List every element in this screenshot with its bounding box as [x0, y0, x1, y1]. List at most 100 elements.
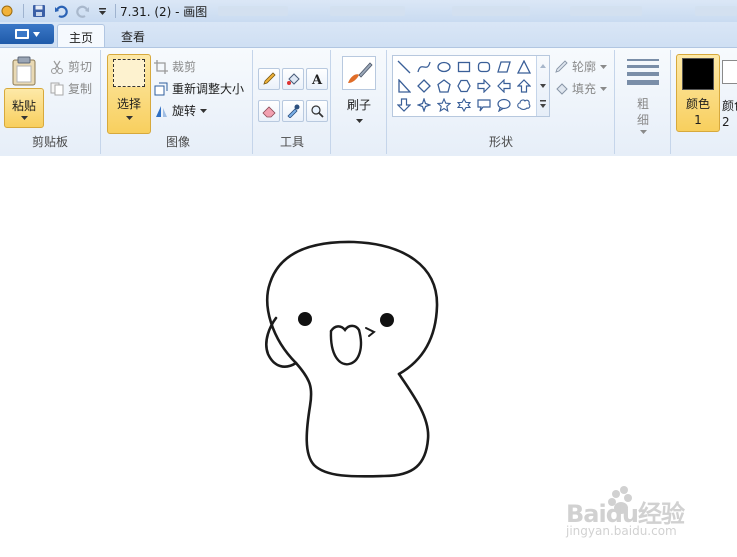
line-width-icon: [627, 58, 659, 86]
shape-cloud-callout-icon[interactable]: [515, 96, 533, 114]
shape-oval-icon[interactable]: [435, 58, 453, 76]
size-group: 粗细: [616, 50, 671, 154]
tools-group-label: 工具: [279, 135, 304, 149]
redo-icon[interactable]: [75, 3, 91, 19]
rotate-icon: [156, 105, 167, 117]
save-icon[interactable]: [31, 3, 47, 19]
separator-icon-2: [112, 3, 118, 19]
title-bar: 7.31. (2) - 画图: [0, 0, 737, 23]
paint-menu-button[interactable]: [0, 24, 54, 44]
shape-triangle-icon[interactable]: [515, 58, 533, 76]
copy-button[interactable]: 复制: [50, 80, 92, 97]
chevron-down-icon: [639, 130, 647, 134]
shape-five-point-star-icon[interactable]: [435, 96, 453, 114]
text-tool-icon[interactable]: A: [306, 68, 328, 90]
color1-button[interactable]: 颜色 1: [676, 54, 720, 132]
tools-group: A 工具: [254, 50, 331, 154]
shape-rectangle-icon[interactable]: [455, 58, 473, 76]
color1-swatch: [682, 58, 714, 90]
blurred-background-tab: [570, 6, 642, 16]
color2-label: 颜色 2: [722, 99, 737, 129]
blurred-background-tab: [695, 6, 737, 16]
image-group-label: 图像: [165, 135, 190, 149]
cut-button[interactable]: 剪切: [50, 58, 92, 75]
blurred-background-tab: [330, 6, 405, 16]
select-rectangle-icon: [113, 59, 145, 87]
shape-rounded-rectangle-icon[interactable]: [475, 58, 493, 76]
select-button[interactable]: 选择: [107, 54, 151, 134]
size-label: 粗细: [636, 97, 649, 127]
resize-button[interactable]: 重新调整大小: [154, 80, 244, 97]
scroll-down-icon: [540, 84, 546, 88]
outline-pen-icon: [555, 59, 568, 73]
chevron-down-icon: [355, 119, 363, 123]
separator-icon: [20, 3, 26, 19]
outline-label: 轮廓: [572, 60, 597, 74]
customize-quick-access-icon[interactable]: [96, 3, 108, 19]
paintbrush-icon: [342, 56, 376, 90]
brushes-button[interactable]: 刷子: [340, 56, 378, 123]
color-picker-icon[interactable]: [282, 100, 304, 122]
outline-button[interactable]: 轮廓: [554, 58, 608, 75]
pencil-icon[interactable]: [258, 68, 280, 90]
shape-diamond-icon[interactable]: [415, 77, 433, 95]
shapes-group-label: 形状: [488, 135, 513, 149]
resize-label: 重新调整大小: [172, 82, 245, 96]
svg-text:A: A: [311, 73, 323, 86]
size-button[interactable]: 粗细: [624, 58, 662, 134]
fill-button[interactable]: 填充: [554, 80, 608, 97]
chevron-down-icon: [125, 116, 133, 120]
drawing-canvas[interactable]: Baidu经验 jingyan.baidu.com: [0, 156, 737, 554]
shape-line-icon[interactable]: [395, 58, 413, 76]
shapes-gallery-scrollbar[interactable]: [536, 56, 549, 116]
tab-home[interactable]: 主页: [57, 24, 105, 49]
shape-hexagon-icon[interactable]: [455, 77, 473, 95]
scissors-icon: [51, 60, 63, 74]
select-label: 选择: [116, 97, 141, 111]
image-group: 选择 裁剪 重新调整大小 旋转 图像: [104, 50, 253, 154]
resize-icon: [154, 82, 168, 95]
undo-icon[interactable]: [53, 3, 69, 19]
chevron-down-icon: [600, 64, 608, 69]
brushes-group: 刷子: [332, 50, 387, 154]
ribbon: 粘贴 剪切 复制 剪贴板 选择 裁剪 重新调整大小 旋转 图像 A 工具 刷子 …: [0, 47, 737, 157]
crop-button[interactable]: 裁剪: [154, 58, 196, 75]
shape-left-arrow-icon[interactable]: [495, 77, 513, 95]
chevron-down-icon: [200, 108, 208, 113]
baidu-watermark: Baidu经验 jingyan.baidu.com: [566, 484, 726, 542]
shape-right-triangle-icon[interactable]: [395, 77, 413, 95]
shape-pentagon-icon[interactable]: [435, 77, 453, 95]
shape-oval-callout-icon[interactable]: [495, 96, 513, 114]
fill-bucket-small-icon: [556, 82, 568, 95]
fill-bucket-icon[interactable]: [282, 68, 304, 90]
brushes-label: 刷子: [346, 98, 371, 112]
eraser-icon[interactable]: [258, 100, 280, 122]
shape-six-point-star-icon[interactable]: [455, 96, 473, 114]
shape-polygon-icon[interactable]: [495, 58, 513, 76]
rotate-button[interactable]: 旋转: [154, 102, 208, 119]
shape-curve-icon[interactable]: [415, 58, 433, 76]
shape-four-point-star-icon[interactable]: [415, 96, 433, 114]
chevron-down-icon: [20, 115, 28, 120]
cut-label: 剪切: [68, 60, 93, 74]
crop-label: 裁剪: [172, 60, 197, 74]
paste-button[interactable]: 粘贴: [4, 54, 44, 132]
window-title: 7.31. (2) - 画图: [120, 5, 208, 19]
magnifier-icon[interactable]: [306, 100, 328, 122]
copy-label: 复制: [68, 82, 93, 96]
paste-label: 粘贴: [11, 98, 36, 113]
fill-label: 填充: [572, 82, 597, 96]
blurred-background-tab: [452, 6, 530, 16]
copy-icon: [50, 82, 64, 95]
shape-rect-callout-icon[interactable]: [475, 96, 493, 114]
tab-view[interactable]: 查看: [110, 24, 156, 48]
color2-swatch: [722, 60, 737, 84]
color2-button[interactable]: 颜色 2: [722, 54, 737, 130]
clipboard-group: 粘贴 剪切 复制 剪贴板: [0, 50, 101, 154]
shape-up-arrow-icon[interactable]: [515, 77, 533, 95]
paint-app-icon[interactable]: [0, 3, 14, 19]
shape-right-arrow-icon[interactable]: [475, 77, 493, 95]
paste-dropdown[interactable]: 粘贴: [4, 88, 44, 128]
shape-down-arrow-icon[interactable]: [395, 96, 413, 114]
chevron-down-icon: [600, 86, 608, 91]
